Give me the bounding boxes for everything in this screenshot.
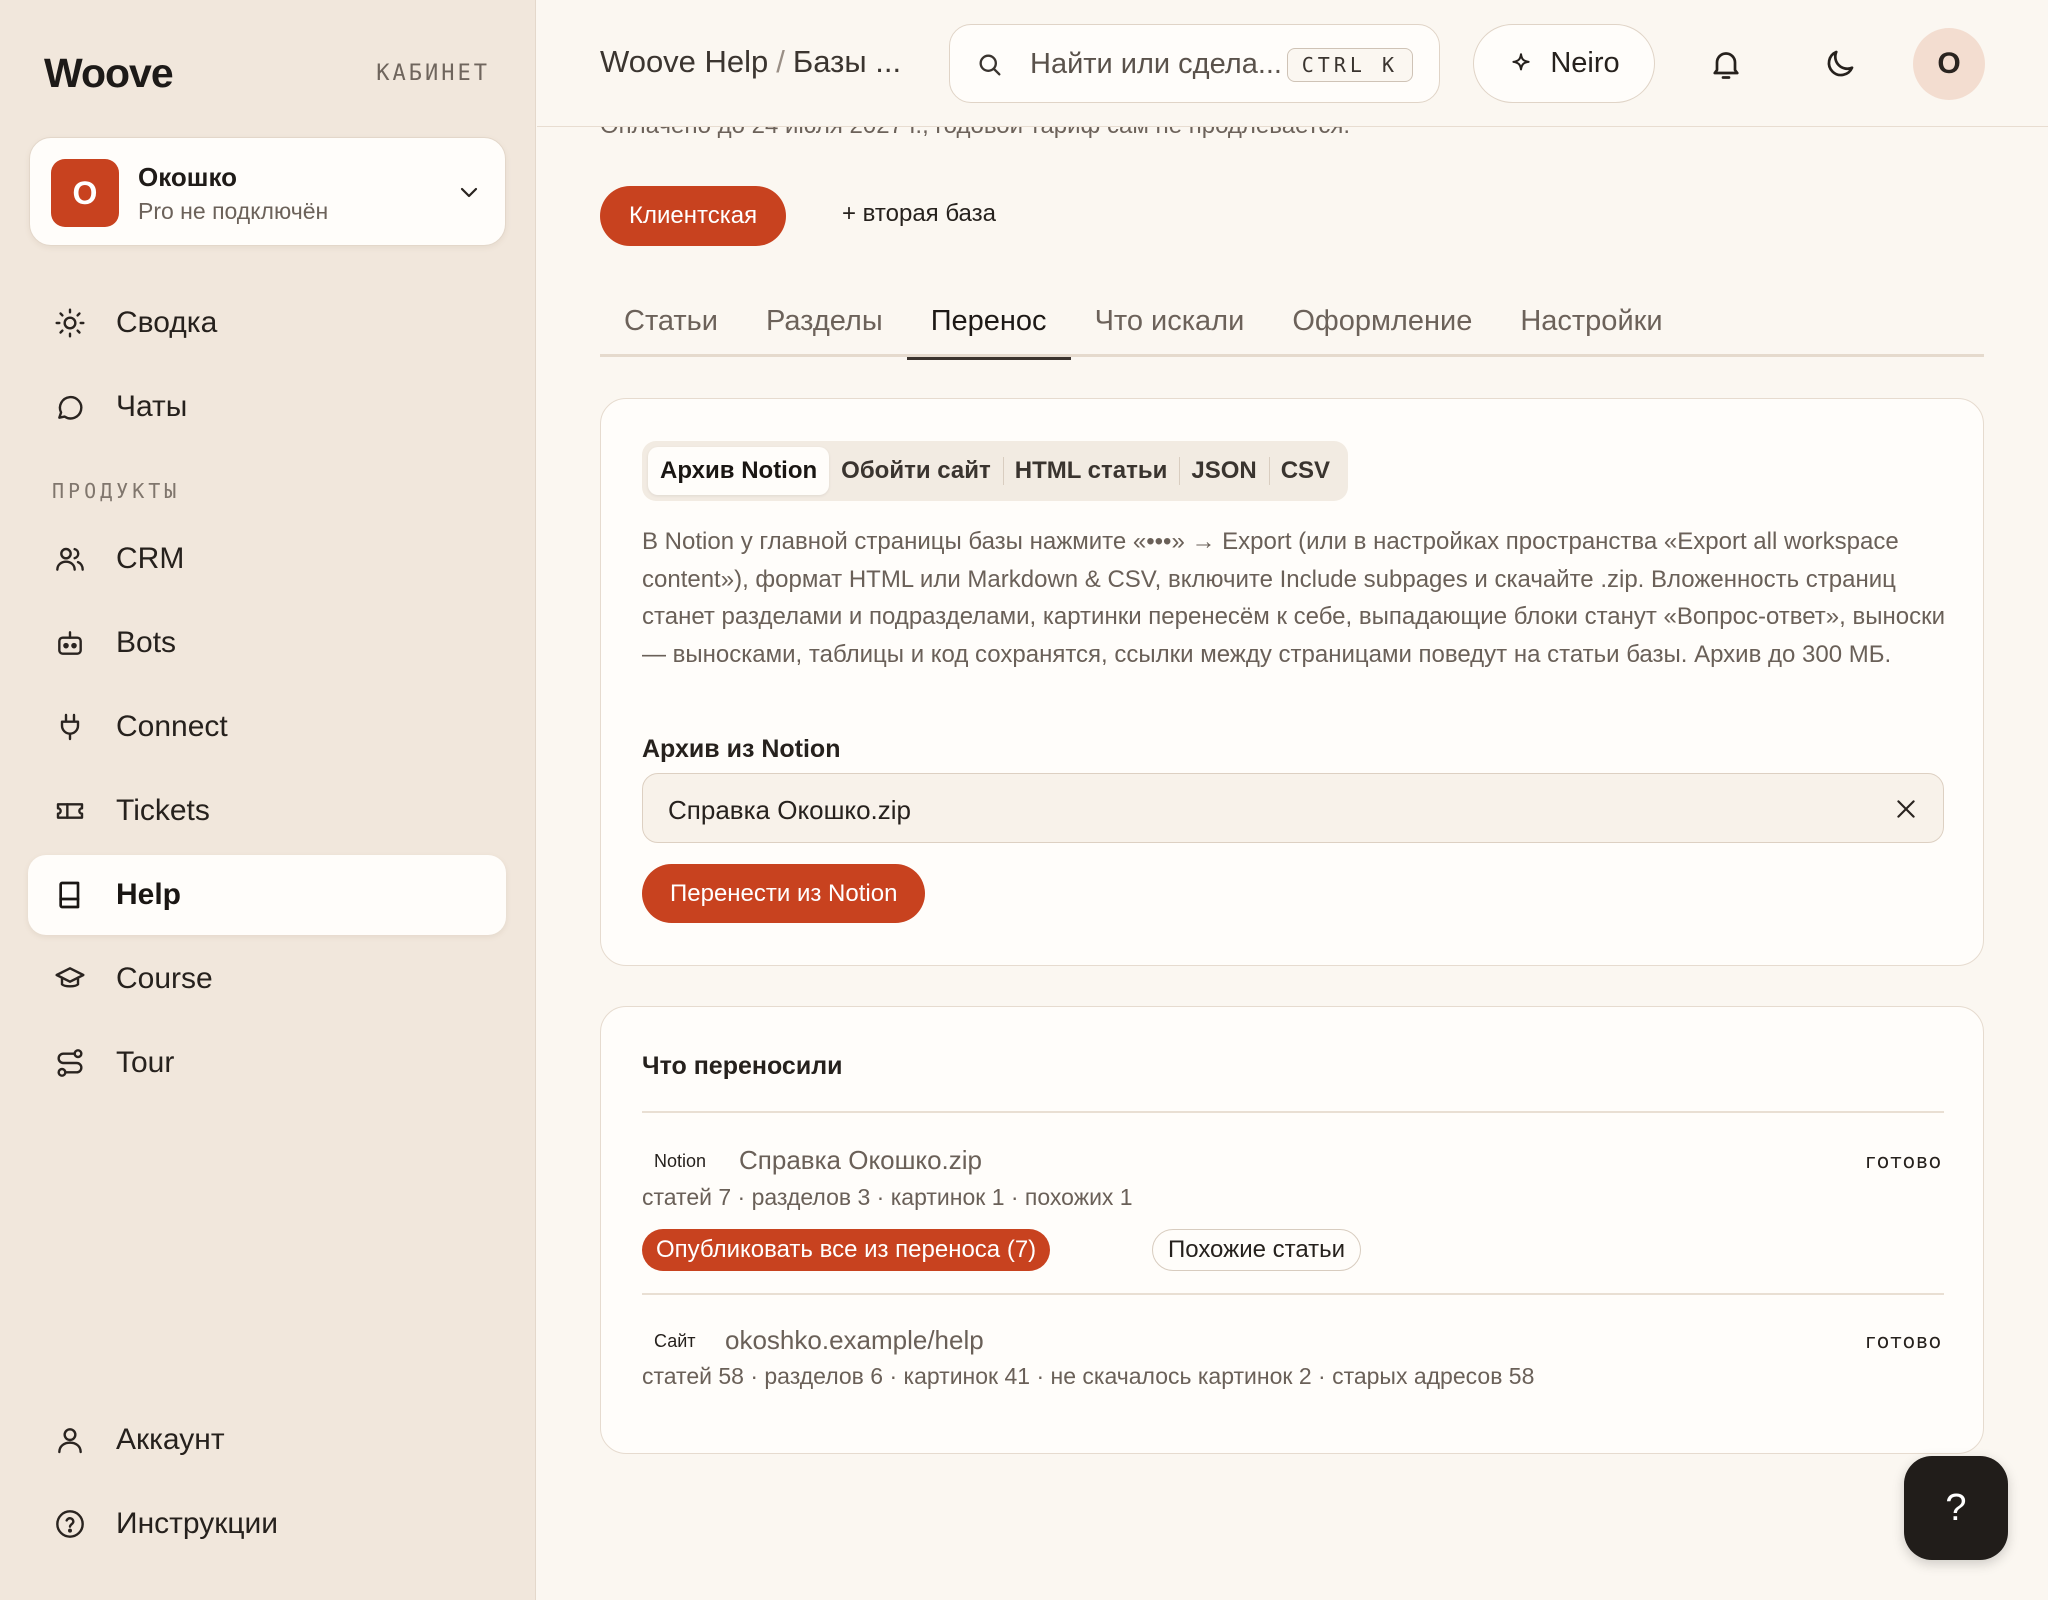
sidebar-item-summary[interactable]: Сводка <box>28 283 506 363</box>
sidebar-item-tickets[interactable]: Tickets <box>28 771 506 851</box>
search-shortcut: CTRL K <box>1286 48 1413 82</box>
help-fab-button[interactable]: ? <box>1904 1456 2008 1560</box>
help-tabs: Статьи Разделы Перенос Что искали Оформл… <box>600 300 1984 360</box>
sidebar-item-help[interactable]: Help <box>28 855 506 935</box>
sidebar-item-label: Сводка <box>116 306 218 339</box>
sidebar-item-instructions[interactable]: Инструкции <box>28 1484 506 1564</box>
help-circle-icon <box>52 1506 88 1542</box>
import-item-stats: статей 7 · разделов 3 · картинок 1 · пох… <box>642 1184 1133 1210</box>
graduation-cap-icon <box>52 961 88 997</box>
app-logo[interactable]: Woove <box>44 50 174 97</box>
sidebar-item-label: Tickets <box>116 794 210 827</box>
tab-searched[interactable]: Что искали <box>1071 300 1269 357</box>
source-crawl-site[interactable]: Обойти сайт <box>829 447 1003 495</box>
sidebar-item-label: Инструкции <box>116 1507 279 1540</box>
bot-icon <box>52 625 88 661</box>
sidebar-item-bots[interactable]: Bots <box>28 603 506 683</box>
user-avatar[interactable]: О <box>1913 28 1985 100</box>
import-history-title: Что переносили <box>642 1052 843 1080</box>
workspace-plan-status: Pro не подключён <box>138 198 329 224</box>
users-icon <box>52 541 88 577</box>
user-icon <box>52 1422 88 1458</box>
sidebar-item-course[interactable]: Course <box>28 939 506 1019</box>
import-history-card: Что переносили Notion Справка Окошко.zip… <box>600 1006 1984 1454</box>
moon-icon[interactable] <box>1822 46 1858 82</box>
workspace-avatar: О <box>51 159 119 227</box>
sidebar-item-label: Tour <box>116 1046 175 1079</box>
import-item-title: okoshko.example/help <box>725 1325 984 1355</box>
section-label-products: ПРОДУКТЫ <box>52 479 181 503</box>
publish-all-button[interactable]: Опубликовать все из переноса (7) <box>642 1229 1051 1271</box>
sun-icon <box>52 305 88 341</box>
import-item-title: Справка Окошко.zip <box>739 1145 983 1175</box>
sidebar-item-label: Connect <box>116 710 228 743</box>
sidebar-item-account[interactable]: Аккаунт <box>28 1400 506 1480</box>
sidebar: Woove КАБИНЕТ О Окошко Pro не подключён … <box>0 0 536 1600</box>
archive-file-name: Справка Окошко.zip <box>668 795 912 825</box>
search-placeholder: Найти или сдела... <box>1030 48 1282 80</box>
tab-appearance[interactable]: Оформление <box>1268 300 1496 357</box>
tab-articles[interactable]: Статьи <box>600 300 742 357</box>
sidebar-item-chats[interactable]: Чаты <box>28 367 506 447</box>
ticket-icon <box>52 793 88 829</box>
sidebar-item-label: Bots <box>116 626 177 659</box>
status-badge: готово <box>1865 1329 1942 1353</box>
neiro-button[interactable]: Neiro <box>1473 24 1655 103</box>
sidebar-item-connect[interactable]: Connect <box>28 687 506 767</box>
source-json[interactable]: JSON <box>1179 447 1268 495</box>
chat-icon <box>52 389 88 425</box>
tab-sections[interactable]: Разделы <box>742 300 907 357</box>
sidebar-item-label: Course <box>116 962 213 995</box>
source-tag: Notion <box>654 1151 707 1171</box>
neiro-label: Neiro <box>1550 47 1620 79</box>
archive-field-label: Архив из Notion <box>642 735 841 763</box>
workspace-switcher[interactable]: О Окошко Pro не подключён <box>29 137 506 246</box>
sparkle-icon <box>1508 51 1534 77</box>
main-content: Оплачено до 24 июля 2027 г., годовой тар… <box>537 0 2048 1600</box>
close-icon[interactable] <box>1893 796 1919 822</box>
sidebar-item-crm[interactable]: CRM <box>28 519 506 599</box>
breadcrumb: Woove Help / Базы ... <box>600 44 901 80</box>
sidebar-item-label: CRM <box>116 542 185 575</box>
sidebar-item-label: Чаты <box>116 390 188 423</box>
source-csv[interactable]: CSV <box>1268 447 1342 495</box>
import-source-switch: Архив Notion Обойти сайт HTML статьи JSO… <box>642 441 1349 501</box>
bell-icon[interactable] <box>1708 46 1744 82</box>
tab-import[interactable]: Перенос <box>906 300 1071 360</box>
book-icon <box>52 877 88 913</box>
breadcrumb-item[interactable]: Woove Help <box>600 44 768 79</box>
cabinet-label: КАБИНЕТ <box>376 61 490 86</box>
plug-icon <box>52 709 88 745</box>
tab-settings[interactable]: Настройки <box>1496 300 1686 357</box>
source-notion-archive[interactable]: Архив Notion <box>648 447 830 495</box>
import-item-stats: статей 58 · разделов 6 · картинок 41 · н… <box>642 1363 1535 1389</box>
route-icon <box>52 1045 88 1081</box>
sidebar-item-label: Аккаунт <box>116 1423 225 1456</box>
sidebar-item-label: Help <box>116 878 182 911</box>
breadcrumb-separator: / <box>776 44 785 79</box>
workspace-name: Окошко <box>138 162 237 192</box>
chevron-down-icon <box>457 180 481 204</box>
sidebar-item-tour[interactable]: Tour <box>28 1023 506 1103</box>
add-second-base-button[interactable]: + вторая база <box>842 200 996 228</box>
divider <box>642 1293 1944 1295</box>
source-tag: Сайт <box>654 1331 696 1351</box>
search-input[interactable]: Найти или сдела... CTRL K <box>949 24 1440 103</box>
import-card: Архив Notion Обойти сайт HTML статьи JSO… <box>600 398 1984 966</box>
archive-file-field[interactable]: Справка Окошко.zip <box>642 773 1944 843</box>
breadcrumb-item[interactable]: Базы ... <box>793 44 901 79</box>
status-badge: готово <box>1865 1149 1942 1173</box>
import-from-notion-button[interactable]: Перенести из Notion <box>642 864 926 923</box>
base-selector-client[interactable]: Клиентская <box>600 186 787 246</box>
top-header: Woove Help / Базы ... Найти или сдела... C… <box>537 0 2048 127</box>
import-instructions: В Notion у главной страницы базы нажмите… <box>642 528 1945 668</box>
search-icon <box>976 51 1004 79</box>
source-html-articles[interactable]: HTML статьи <box>1002 447 1180 495</box>
similar-articles-button[interactable]: Похожие статьи <box>1152 1229 1362 1271</box>
divider <box>642 1111 1944 1113</box>
